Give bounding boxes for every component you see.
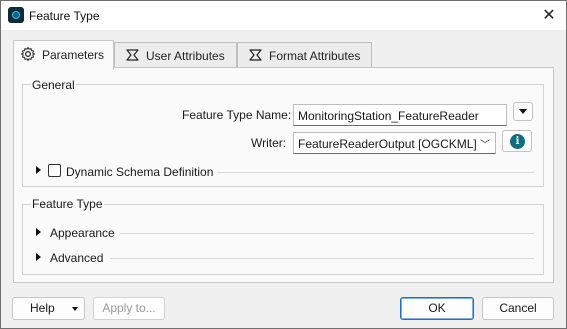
window-title: Feature Type xyxy=(29,9,100,23)
feature-type-name-input[interactable]: MonitoringStation_FeatureReader xyxy=(293,104,507,126)
apply-to-button[interactable]: Apply to... xyxy=(93,297,165,320)
info-icon: i xyxy=(510,134,525,149)
tab-parameters[interactable]: Parameters xyxy=(13,40,114,70)
tab-user-attributes[interactable]: User Attributes xyxy=(114,42,237,67)
feature-type-dialog: Feature Type ✕ Parameters User Attribute… xyxy=(0,0,567,329)
advanced-section[interactable]: Advanced xyxy=(50,251,103,265)
cancel-button[interactable]: Cancel xyxy=(482,297,554,320)
divider xyxy=(120,233,534,234)
close-button[interactable]: ✕ xyxy=(537,4,561,26)
chevron-down-icon: ﹀ xyxy=(480,140,490,151)
general-group-title: General xyxy=(31,78,76,92)
tab-user-attributes-label: User Attributes xyxy=(146,49,225,63)
divider xyxy=(110,258,534,259)
name-options-button[interactable] xyxy=(513,102,533,121)
tab-parameters-label: Parameters xyxy=(42,48,105,62)
tab-format-attributes[interactable]: Format Attributes xyxy=(237,42,372,67)
dynamic-schema-label: Dynamic Schema Definition xyxy=(66,165,214,179)
appearance-section[interactable]: Appearance xyxy=(50,226,115,240)
chevron-down-icon xyxy=(519,109,527,114)
apply-to-button-label: Apply to... xyxy=(102,301,156,315)
help-button[interactable]: Help xyxy=(12,297,85,320)
sigma-icon xyxy=(126,49,139,61)
gear-icon xyxy=(20,46,36,62)
app-icon xyxy=(8,7,24,23)
writer-select[interactable]: FeatureReaderOutput [OGCKML] ﹀ xyxy=(293,132,496,154)
parameters-panel: General Feature Type Name: MonitoringSta… xyxy=(13,67,554,283)
tab-format-attributes-label: Format Attributes xyxy=(269,49,361,63)
title-bar: Feature Type ✕ xyxy=(1,1,566,30)
dynamic-schema-checkbox[interactable] xyxy=(48,164,61,177)
ok-button-label: OK xyxy=(428,301,446,315)
close-icon: ✕ xyxy=(542,5,556,24)
help-button-label: Help xyxy=(30,301,55,315)
ok-button[interactable]: OK xyxy=(400,297,474,320)
writer-select-value: FeatureReaderOutput [OGCKML] xyxy=(298,137,477,151)
feature-type-name-label: Feature Type Name: xyxy=(182,108,292,122)
writer-label: Writer: xyxy=(251,136,287,150)
sigma-icon xyxy=(249,49,262,61)
expand-advanced-icon[interactable] xyxy=(36,253,41,261)
cancel-button-label: Cancel xyxy=(499,301,537,315)
expand-dynamic-schema-icon[interactable] xyxy=(36,166,41,174)
writer-info-button[interactable]: i xyxy=(502,130,532,152)
chevron-down-icon xyxy=(72,307,78,311)
expand-appearance-icon[interactable] xyxy=(36,228,41,236)
feature-type-group-title: Feature Type xyxy=(31,197,104,211)
divider xyxy=(217,172,534,173)
